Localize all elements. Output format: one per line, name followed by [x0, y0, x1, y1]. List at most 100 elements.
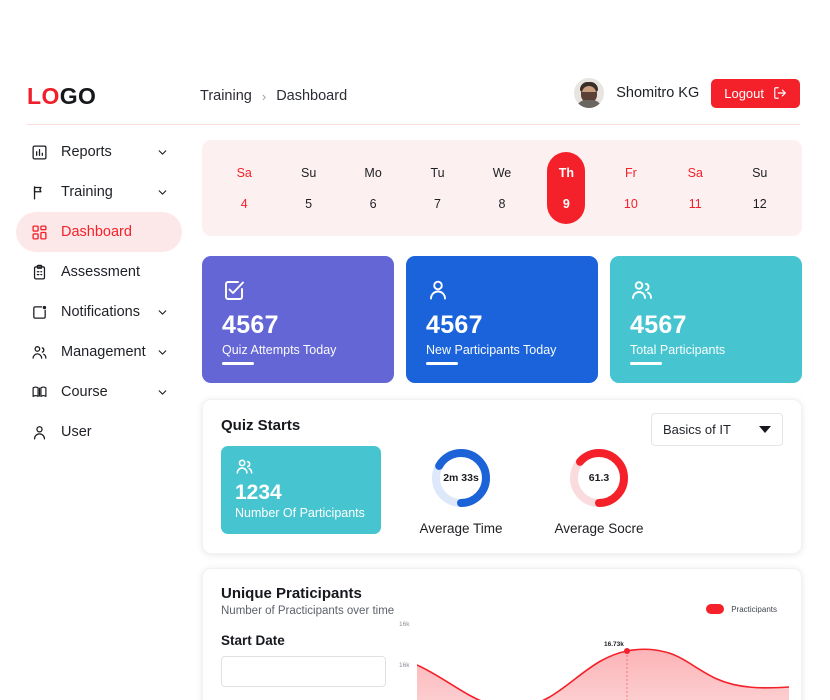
user-area: Shomitro KG Logout [574, 78, 800, 108]
sidebar-item-label: Notifications [61, 304, 140, 320]
stat-card-underline [426, 362, 458, 365]
stat-card-value: 4567 [630, 311, 687, 339]
sidebar: Reports Training Dashboard Assessment No… [0, 132, 196, 452]
dashboard-page: LOGO Training › Dashboard Shomitro KG Lo… [0, 0, 830, 700]
notification-icon [30, 303, 48, 321]
stat-card-underline [630, 362, 662, 365]
chart-svg [417, 648, 789, 700]
course-select-value: Basics of IT [663, 422, 731, 437]
sidebar-item-label: Assessment [61, 264, 140, 280]
sidebar-item-course[interactable]: Course [16, 372, 182, 412]
calendar-day[interactable]: Mo 6 [341, 140, 405, 236]
average-score-gauge: 61.3 [567, 446, 631, 510]
y-axis-tick: 16k [399, 662, 410, 669]
average-score-value: 61.3 [588, 472, 610, 484]
unique-participants-title: Unique Praticipants [221, 585, 362, 602]
sidebar-item-label: Course [61, 384, 108, 400]
people-icon [235, 457, 367, 476]
sidebar-item-dashboard[interactable]: Dashboard [16, 212, 182, 252]
calendar-day[interactable]: Tu 7 [405, 140, 469, 236]
calendar-day[interactable]: Su 5 [276, 140, 340, 236]
breadcrumb-item-training[interactable]: Training [200, 88, 252, 104]
calendar-day[interactable]: Su 12 [728, 140, 792, 236]
calendar-daynum: 10 [623, 196, 638, 211]
flag-icon [30, 183, 48, 201]
average-score-label: Average Socre [554, 521, 644, 536]
app-logo[interactable]: LOGO [27, 83, 96, 110]
sidebar-item-label: Management [61, 344, 146, 360]
calendar-daynum: 12 [752, 196, 767, 211]
logout-arrow-icon [774, 87, 786, 99]
stat-card-label: Quiz Attempts Today [222, 343, 337, 357]
chevron-down-icon[interactable] [156, 346, 170, 359]
participants-count-card[interactable]: 1234 Number Of Participants [221, 446, 381, 534]
chevron-down-icon[interactable] [156, 146, 170, 159]
stat-card-quiz-attempts[interactable]: 4567 Quiz Attempts Today [202, 256, 394, 383]
stat-card-row: 4567 Quiz Attempts Today 4567 New Partic… [202, 256, 802, 383]
chevron-down-icon [759, 426, 771, 433]
sidebar-item-training[interactable]: Training [16, 172, 182, 212]
unique-participants-panel: Unique Praticipants Number of Practicipa… [202, 568, 802, 700]
sidebar-item-label: Training [61, 184, 113, 200]
calendar-selected-pill [547, 152, 586, 224]
avatar[interactable] [574, 78, 605, 108]
chevron-down-icon[interactable] [156, 186, 170, 199]
calendar-day[interactable]: Sa 4 [212, 140, 276, 236]
header-divider [27, 124, 800, 125]
chart-legend: Practicipants [706, 604, 777, 614]
calendar-daynum: 8 [498, 196, 506, 211]
calendar-day-selected[interactable]: Th 9 [534, 140, 598, 236]
participants-count-value: 1234 [235, 481, 282, 504]
average-score-gauge-group: 61.3 Average Socre [541, 446, 657, 536]
stat-card-value: 4567 [426, 311, 483, 339]
header: LOGO Training › Dashboard Shomitro KG Lo… [0, 0, 830, 125]
participants-count-label: Number Of Participants [235, 506, 365, 520]
stat-card-total-participants[interactable]: 4567 Total Participants [610, 256, 802, 383]
chevron-down-icon[interactable] [156, 386, 170, 399]
y-axis-tick: 16k [399, 621, 410, 628]
chart-data-point [624, 648, 630, 654]
stat-card-label: New Participants Today [426, 343, 557, 357]
calendar-weekday: Su [752, 165, 768, 180]
calendar-daynum: 6 [369, 196, 377, 211]
unique-participants-subtitle: Number of Practicipants over time [221, 605, 395, 617]
calendar-strip: Sa 4 Su 5 Mo 6 Tu 7 We 8 Th 9 Fr 10 Sa 1… [202, 140, 802, 236]
logout-button-label: Logout [724, 85, 764, 101]
calendar-day[interactable]: We 8 [470, 140, 534, 236]
clipboard-icon [30, 263, 48, 281]
calendar-day[interactable]: Sa 11 [663, 140, 727, 236]
calendar-daynum: 7 [434, 196, 441, 211]
legend-label: Practicipants [731, 604, 777, 614]
sidebar-item-reports[interactable]: Reports [16, 132, 182, 172]
username-label: Shomitro KG [616, 85, 700, 101]
sidebar-item-notifications[interactable]: Notifications [16, 292, 182, 332]
average-time-label: Average Time [419, 521, 503, 536]
person-icon [30, 423, 48, 441]
course-select[interactable]: Basics of IT [651, 413, 783, 446]
sidebar-item-management[interactable]: Management [16, 332, 182, 372]
bar-chart-icon [30, 143, 48, 161]
stat-card-label: Total Participants [630, 343, 726, 357]
stat-card-new-participants[interactable]: 4567 New Participants Today [406, 256, 598, 383]
calendar-weekday: Th [558, 165, 575, 180]
logo-first-part: LO [27, 83, 60, 109]
sidebar-item-assessment[interactable]: Assessment [16, 252, 182, 292]
chevron-down-icon[interactable] [156, 306, 170, 319]
average-time-gauge-group: 2m 33s Average Time [403, 446, 519, 536]
calendar-weekday: Su [301, 165, 317, 180]
calendar-day[interactable]: Fr 10 [599, 140, 663, 236]
calendar-weekday: Fr [624, 165, 637, 180]
sidebar-item-label: User [61, 424, 92, 440]
breadcrumb-item-dashboard[interactable]: Dashboard [276, 88, 347, 104]
participants-area-chart: 16k 16k 16.73k [399, 617, 789, 700]
calendar-daynum: 5 [305, 196, 313, 211]
calendar-daynum: 11 [688, 196, 702, 211]
sidebar-item-user[interactable]: User [16, 412, 182, 452]
calendar-weekday: Tu [430, 165, 445, 180]
logout-button[interactable]: Logout [711, 78, 800, 108]
start-date-input[interactable] [221, 656, 386, 687]
legend-swatch [706, 604, 725, 614]
calendar-weekday: Mo [364, 165, 382, 180]
sidebar-item-label: Reports [61, 144, 112, 160]
calendar-weekday: Sa [236, 165, 252, 180]
